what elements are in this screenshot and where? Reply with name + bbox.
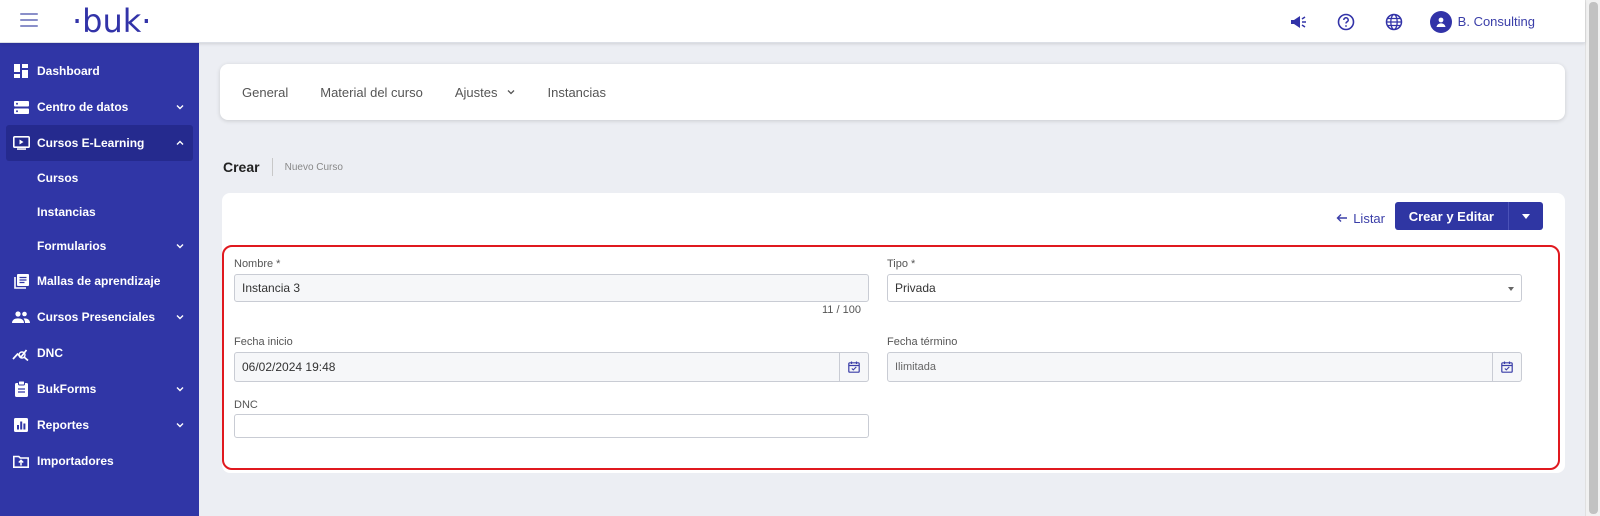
- chevron-down-icon: [176, 423, 184, 428]
- calendar-icon: [1501, 361, 1513, 373]
- top-icons: B. Consulting: [1286, 0, 1535, 43]
- sidebar-item-label: Mallas de aprendizaje: [37, 274, 161, 288]
- sidebar-item-bukforms[interactable]: BukForms: [0, 371, 199, 407]
- sidebar-item-mallas-de-aprendizaje[interactable]: Mallas de aprendizaje: [0, 263, 199, 299]
- dnc-input[interactable]: [234, 414, 869, 438]
- caret-down-icon: [1508, 287, 1514, 291]
- clipboard-icon: [12, 380, 30, 398]
- arrow-left-icon: [1336, 214, 1348, 222]
- calendar-button[interactable]: [839, 353, 868, 381]
- database-icon: [12, 98, 30, 116]
- calendar-icon: [848, 361, 860, 373]
- chevron-up-icon: [176, 140, 184, 145]
- help-icon[interactable]: [1334, 10, 1358, 34]
- caret-down-icon: [1522, 213, 1530, 219]
- tabs-bar: General Material del curso Ajustes Insta…: [220, 64, 1565, 120]
- listar-link[interactable]: Listar: [1336, 204, 1385, 232]
- sidebar-item-label: Reportes: [37, 418, 90, 432]
- tab-ajustes[interactable]: Ajustes: [455, 85, 516, 100]
- crear-y-editar-button-group: Crear y Editar: [1394, 202, 1543, 230]
- sidebar-subitem-label: Formularios: [37, 239, 107, 253]
- form-card: Listar Crear y Editar Nombre * Instancia…: [222, 193, 1565, 473]
- tab-label: Instancias: [547, 84, 607, 100]
- listar-label: Listar: [1353, 210, 1385, 226]
- page-title: Crear: [223, 159, 260, 175]
- nombre-char-counter: 11 / 100: [822, 304, 861, 316]
- sidebar-item-cursos-e-learning[interactable]: Cursos E-Learning: [6, 125, 193, 161]
- sidebar-item-centro-de-datos[interactable]: Centro de datos: [0, 89, 199, 125]
- calendar-button[interactable]: [1492, 353, 1521, 381]
- user-name: B. Consulting: [1457, 14, 1535, 29]
- fecha-termino-value: Ilimitada: [895, 361, 936, 373]
- tab-general[interactable]: General: [242, 85, 288, 100]
- sidebar-item-label: DNC: [37, 346, 63, 360]
- menu-icon[interactable]: [20, 13, 38, 29]
- user-avatar-icon: [1429, 10, 1452, 33]
- sidebar-subitem-formularios[interactable]: Formularios: [0, 229, 199, 263]
- sidebar-subitem-label: Instancias: [37, 205, 96, 219]
- nombre-label: Nombre *: [234, 258, 281, 270]
- buk-logo[interactable]: ·buk·: [72, 2, 151, 40]
- breadcrumb: Crear Nuevo Curso: [223, 158, 343, 176]
- chevron-down-icon: [176, 244, 184, 249]
- user-menu[interactable]: B. Consulting: [1429, 10, 1535, 33]
- tab-material-del-curso[interactable]: Material del curso: [320, 85, 423, 100]
- sidebar-item-dashboard[interactable]: Dashboard: [0, 53, 199, 89]
- chevron-down-icon: [507, 90, 514, 95]
- video-icon: [12, 134, 30, 152]
- crear-options-dropdown[interactable]: [1509, 202, 1543, 230]
- sidebar-item-label: Importadores: [37, 454, 114, 468]
- chevron-down-icon: [176, 105, 184, 110]
- analytics-icon: [12, 344, 30, 362]
- sidebar-subitem-instancias[interactable]: Instancias: [0, 195, 199, 229]
- sidebar-item-importadores[interactable]: Importadores: [0, 443, 199, 479]
- tab-instancias[interactable]: Instancias: [548, 85, 607, 100]
- form-section-highlight: Nombre * Instancia 3 11 / 100 Tipo * Pri…: [222, 245, 1560, 470]
- fecha-inicio-input[interactable]: 06/02/2024 19:48: [234, 352, 869, 382]
- nombre-input[interactable]: Instancia 3: [234, 274, 869, 302]
- tipo-label: Tipo *: [887, 258, 916, 270]
- globe-icon[interactable]: [1382, 10, 1406, 34]
- fecha-inicio-value: 06/02/2024 19:48: [242, 360, 336, 374]
- fecha-termino-input[interactable]: Ilimitada: [887, 352, 1522, 382]
- tipo-select[interactable]: Privada: [887, 274, 1522, 302]
- sidebar-item-reportes[interactable]: Reportes: [0, 407, 199, 443]
- crear-y-editar-button[interactable]: Crear y Editar: [1395, 202, 1509, 230]
- tipo-selected-value: Privada: [895, 281, 936, 295]
- sidebar-subitem-label: Cursos: [37, 171, 79, 185]
- page-scrollbar[interactable]: [1585, 0, 1600, 516]
- megaphone-icon[interactable]: [1286, 10, 1310, 34]
- page-subtitle: Nuevo Curso: [284, 161, 343, 173]
- dnc-label: DNC: [234, 399, 258, 411]
- sidebar-item-cursos-presenciales[interactable]: Cursos Presenciales: [0, 299, 199, 335]
- people-icon: [12, 308, 30, 326]
- report-icon: [12, 416, 30, 434]
- sidebar-item-label: BukForms: [37, 382, 97, 396]
- breadcrumb-divider: [271, 158, 273, 176]
- sidebar-item-label: Cursos E-Learning: [37, 136, 145, 150]
- library-icon: [12, 272, 30, 290]
- chevron-down-icon: [176, 315, 184, 320]
- tab-label: Ajustes: [454, 84, 498, 100]
- sidebar-item-label: Cursos Presenciales: [37, 310, 156, 324]
- sidebar-subitem-cursos[interactable]: Cursos: [0, 161, 199, 195]
- sidebar-item-dnc[interactable]: DNC: [0, 335, 199, 371]
- fecha-termino-label: Fecha término: [887, 336, 958, 348]
- sidebar: Dashboard Centro de datos Cursos E-Learn…: [0, 43, 199, 516]
- tab-label: Material del curso: [320, 84, 423, 100]
- folder-upload-icon: [12, 452, 30, 470]
- sidebar-item-label: Centro de datos: [37, 100, 129, 114]
- fecha-inicio-label: Fecha inicio: [234, 336, 293, 348]
- sidebar-item-label: Dashboard: [37, 64, 100, 78]
- dashboard-icon: [12, 62, 30, 80]
- chevron-down-icon: [176, 387, 184, 392]
- scrollbar-thumb[interactable]: [1589, 2, 1598, 514]
- tab-label: General: [242, 84, 289, 100]
- top-bar: ·buk· B. Consulting: [0, 0, 1585, 43]
